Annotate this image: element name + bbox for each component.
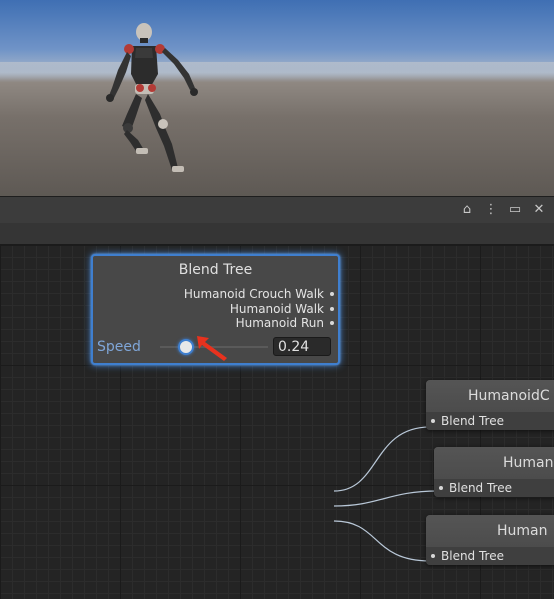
horizon (0, 62, 554, 80)
humanoid-character (106, 23, 198, 172)
output-label: Humanoid Crouch Walk (183, 287, 324, 301)
output-port-icon[interactable] (330, 292, 334, 297)
output-port-icon[interactable] (330, 321, 334, 326)
port-label: Blend Tree (441, 549, 504, 563)
output-port-icon[interactable] (330, 306, 334, 311)
output-label: Humanoid Run (235, 316, 324, 330)
port-label: Blend Tree (441, 414, 504, 428)
panel-titlebar: ⌂ ⋮ ▭ ✕ (0, 196, 554, 224)
child-node-port: Blend Tree (426, 547, 554, 565)
wire-walk (333, 490, 439, 507)
blend-tree-title: Blend Tree (178, 262, 253, 278)
maximize-icon[interactable]: ▭ (508, 201, 522, 217)
scene-viewport[interactable] (0, 0, 554, 196)
close-icon[interactable]: ✕ (532, 201, 546, 217)
child-node-title: Human (426, 515, 554, 547)
annotation-arrow-icon (197, 336, 227, 361)
wire-run (333, 520, 431, 562)
speed-slider-thumb[interactable] (177, 339, 194, 355)
more-icon[interactable]: ⋮ (484, 201, 498, 217)
child-node-port: Blend Tree (426, 412, 554, 430)
port-label: Blend Tree (449, 481, 512, 495)
wire-crouch-walk (333, 426, 431, 492)
child-node-title: Human (434, 447, 554, 479)
window-actions: ⌂ ⋮ ▭ ✕ (460, 201, 546, 217)
output-label: Humanoid Walk (229, 301, 324, 316)
port-dot-icon[interactable] (431, 554, 435, 558)
child-node-crouch[interactable]: HumanoidC Blend Tree (426, 380, 554, 430)
output-walk: Humanoid Walk (184, 302, 334, 317)
child-node-title: HumanoidC (426, 380, 554, 412)
output-run: Humanoid Run (184, 316, 334, 331)
speed-value-input[interactable]: 0.24 (273, 337, 331, 356)
speed-label: Speed (97, 339, 141, 355)
child-node-walk[interactable]: Human Blend Tree (434, 447, 554, 497)
output-crouch-walk: Humanoid Crouch Walk (184, 287, 334, 302)
port-dot-icon[interactable] (439, 486, 443, 490)
panel-toolbar (0, 223, 554, 245)
blend-tree-outputs: Humanoid Crouch Walk Humanoid Walk Human… (184, 287, 334, 331)
port-dot-icon[interactable] (431, 419, 435, 423)
lock-icon[interactable]: ⌂ (460, 201, 474, 217)
child-node-port: Blend Tree (434, 479, 554, 497)
child-node-run[interactable]: Human Blend Tree (426, 515, 554, 565)
